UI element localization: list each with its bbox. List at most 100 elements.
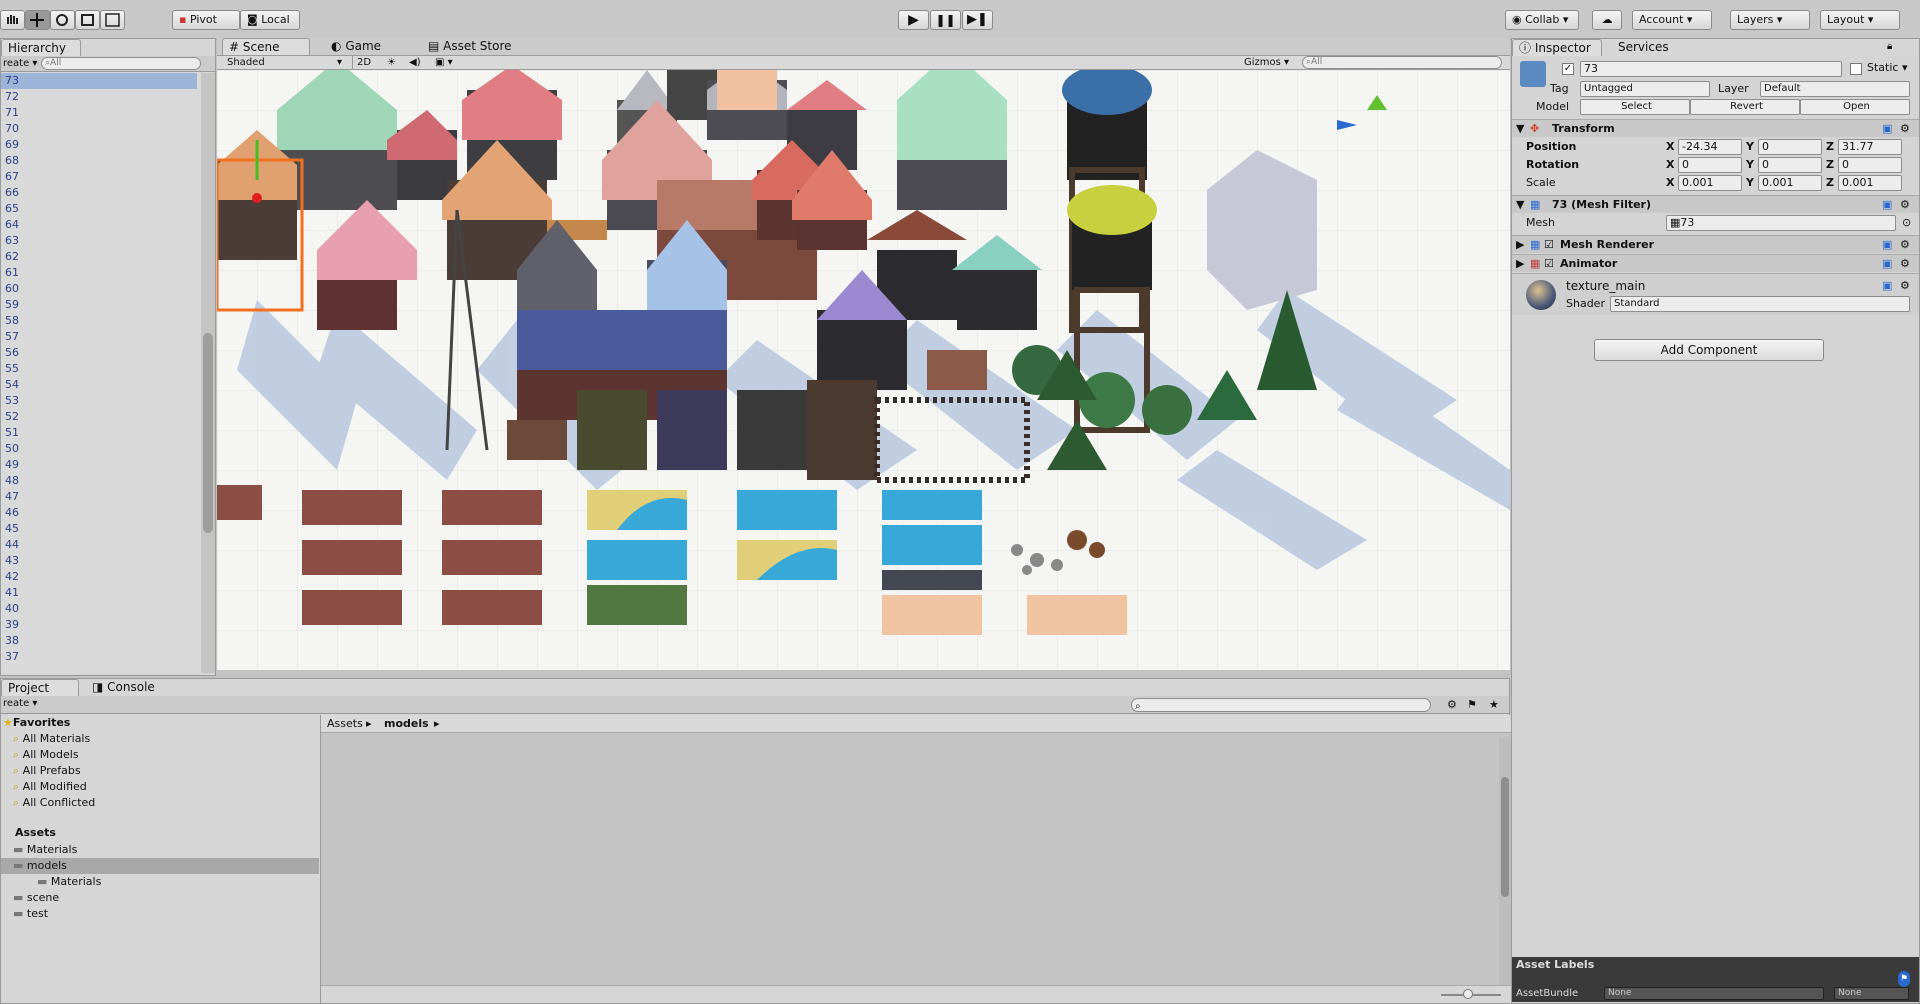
hierarchy-item[interactable]: 72 <box>5 89 19 105</box>
breadcrumb-models[interactable]: models <box>384 716 429 732</box>
hierarchy-item[interactable]: 42 <box>5 569 19 585</box>
filter-type-icon[interactable]: ⚙ <box>1447 697 1457 713</box>
hierarchy-item[interactable]: 48 <box>5 473 19 489</box>
active-checkbox[interactable]: ✓ <box>1562 63 1574 75</box>
hierarchy-item[interactable]: 58 <box>5 313 19 329</box>
hierarchy-item[interactable]: 40 <box>5 601 19 617</box>
hierarchy-create-button[interactable]: reate ▾ <box>3 56 37 72</box>
hierarchy-item[interactable]: 50 <box>5 441 19 457</box>
account-dropdown[interactable]: Account ▾ <box>1632 10 1712 30</box>
folder-item[interactable]: ▬ scene <box>13 890 59 906</box>
animator-gear-icon[interactable]: ⚙ <box>1900 256 1910 272</box>
scale-tool-icon[interactable] <box>75 10 100 30</box>
animator-checkbox[interactable]: ☑ <box>1544 256 1554 272</box>
asset-grid-scrollbar-thumb[interactable] <box>1501 777 1509 897</box>
tab-project[interactable]: Project <box>1 679 79 696</box>
pause-button[interactable]: ❚❚ <box>930 10 961 30</box>
transform-header[interactable]: ▼ ✥ Transform ▣ ⚙ <box>1512 119 1919 137</box>
tab-services[interactable]: Services <box>1612 39 1675 56</box>
project-search-input[interactable]: ⌕ <box>1131 698 1431 712</box>
position-x-field[interactable]: -24.34 <box>1678 139 1742 155</box>
hierarchy-item[interactable]: 63 <box>5 233 19 249</box>
hierarchy-item[interactable]: 37 <box>5 649 19 665</box>
audio-toggle-icon[interactable]: ◀) <box>409 55 421 71</box>
tag-dropdown[interactable]: Untagged <box>1580 81 1710 97</box>
hierarchy-item[interactable]: 73 <box>1 73 197 89</box>
hierarchy-item[interactable]: 52 <box>5 409 19 425</box>
tab-scene[interactable]: # Scene <box>222 38 310 55</box>
object-picker-icon[interactable]: ⊙ <box>1902 215 1911 231</box>
scale-y-field[interactable]: 0.001 <box>1758 175 1822 191</box>
static-checkbox[interactable] <box>1850 63 1862 75</box>
hierarchy-item[interactable]: 59 <box>5 297 19 313</box>
layers-dropdown[interactable]: Layers ▾ <box>1730 10 1810 30</box>
rotate-tool-icon[interactable] <box>50 10 75 30</box>
asset-bundle-variant-dropdown[interactable]: None <box>1834 987 1909 1000</box>
hierarchy-item[interactable]: 51 <box>5 425 19 441</box>
transform-foldout-icon[interactable]: ▼ <box>1516 121 1524 137</box>
hierarchy-item[interactable]: 49 <box>5 457 19 473</box>
favorite-item[interactable]: ⌕ All Modified <box>13 779 87 795</box>
mesh-renderer-foldout-icon[interactable]: ▶ <box>1516 237 1524 253</box>
mesh-filter-gear-icon[interactable]: ⚙ <box>1900 197 1910 213</box>
favorite-item[interactable]: ⌕ All Conflicted <box>13 795 95 811</box>
assets-header[interactable]: Assets <box>15 825 56 841</box>
tab-hierarchy[interactable]: Hierarchy <box>1 39 81 56</box>
mesh-field[interactable]: ▦73 <box>1666 215 1896 231</box>
favorite-item[interactable]: ⌕ All Materials <box>13 731 90 747</box>
hierarchy-item[interactable]: 44 <box>5 537 19 553</box>
gameobject-name-input[interactable]: 73 <box>1580 61 1842 77</box>
rotation-z-field[interactable]: 0 <box>1838 157 1902 173</box>
mesh-renderer-header[interactable]: ▶ ▦ ☑ Mesh Renderer ▣ ⚙ <box>1512 235 1919 253</box>
asset-bundle-dropdown[interactable]: None <box>1604 987 1824 1000</box>
rotation-y-field[interactable]: 0 <box>1758 157 1822 173</box>
hierarchy-item[interactable]: 47 <box>5 489 19 505</box>
folder-item[interactable]: ▬ test <box>13 906 48 922</box>
tab-asset-store[interactable]: ▤ Asset Store <box>422 38 518 55</box>
hierarchy-search-input[interactable]: ⌕All <box>41 57 201 70</box>
hierarchy-item[interactable]: 64 <box>5 217 19 233</box>
step-button[interactable]: ▶❚ <box>962 10 993 30</box>
filter-label-icon[interactable]: ⚑ <box>1467 697 1477 713</box>
shading-dropdown[interactable]: Shaded <box>227 55 265 71</box>
project-create-button[interactable]: reate ▾ <box>3 696 37 712</box>
folder-item[interactable]: ▬ Materials <box>37 874 101 890</box>
layer-dropdown[interactable]: Default <box>1760 81 1910 97</box>
shader-dropdown[interactable]: Standard <box>1610 296 1910 312</box>
favorite-item[interactable]: ⌕ All Prefabs <box>13 763 81 779</box>
hierarchy-item[interactable]: 60 <box>5 281 19 297</box>
hierarchy-item[interactable]: 43 <box>5 553 19 569</box>
animator-help-icon[interactable]: ▣ <box>1882 256 1892 272</box>
mesh-renderer-checkbox[interactable]: ☑ <box>1544 237 1554 253</box>
add-component-button[interactable]: Add Component <box>1594 339 1824 361</box>
model-revert-button[interactable]: Revert <box>1690 99 1800 115</box>
scene-viewport[interactable]: Materials1234567891011121314151617182122… <box>217 70 1510 670</box>
mesh-filter-header[interactable]: ▼ ▦ 73 (Mesh Filter) ▣ ⚙ <box>1512 195 1919 213</box>
mesh-filter-help-icon[interactable]: ▣ <box>1882 197 1892 213</box>
help-icon[interactable]: ▣ <box>1882 121 1892 137</box>
hierarchy-item[interactable]: 55 <box>5 361 19 377</box>
scale-z-field[interactable]: 0.001 <box>1838 175 1902 191</box>
hierarchy-item[interactable]: 46 <box>5 505 19 521</box>
hierarchy-scrollbar[interactable] <box>201 73 215 673</box>
hand-tool-icon[interactable] <box>0 10 25 30</box>
hierarchy-item[interactable]: 69 <box>5 137 19 153</box>
hierarchy-item[interactable]: 66 <box>5 185 19 201</box>
folder-item[interactable]: ▬ Materials <box>13 842 77 858</box>
play-button[interactable]: ▶ <box>898 10 929 30</box>
animator-foldout-icon[interactable]: ▶ <box>1516 256 1524 272</box>
mesh-filter-foldout-icon[interactable]: ▼ <box>1516 197 1524 213</box>
hierarchy-item[interactable]: 57 <box>5 329 19 345</box>
thumbnail-size-slider-thumb[interactable] <box>1463 989 1473 999</box>
hierarchy-item[interactable]: 53 <box>5 393 19 409</box>
settings-gear-icon[interactable]: ⚙ <box>1900 121 1910 137</box>
tab-console[interactable]: ◨ Console <box>86 679 161 696</box>
mode-2d-toggle[interactable]: 2D <box>352 55 371 71</box>
tab-inspector[interactable]: ⓘ Inspector <box>1512 39 1602 56</box>
position-z-field[interactable]: 31.77 <box>1838 139 1902 155</box>
lighting-toggle-icon[interactable]: ☀ <box>387 55 396 71</box>
hierarchy-item[interactable]: 41 <box>5 585 19 601</box>
layout-dropdown[interactable]: Layout ▾ <box>1820 10 1900 30</box>
hierarchy-item[interactable]: 54 <box>5 377 19 393</box>
hierarchy-item[interactable]: 45 <box>5 521 19 537</box>
